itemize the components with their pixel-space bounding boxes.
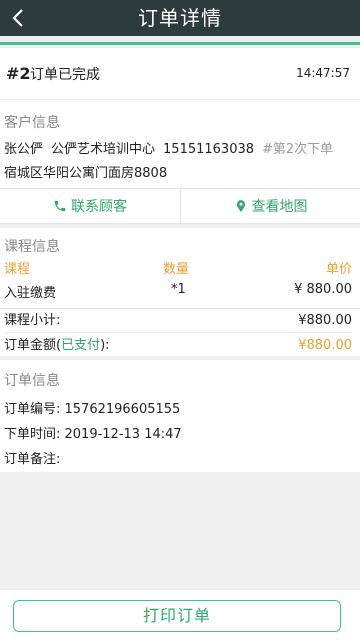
order-number: #2 bbox=[6, 64, 31, 83]
course-item-quantity: *1 bbox=[171, 282, 186, 297]
paid-status: 已支付 bbox=[61, 338, 101, 353]
order-note-line: 订单备注: bbox=[4, 452, 61, 467]
course-section-title: 课程信息 bbox=[4, 239, 60, 255]
total-value: ¥880.00 bbox=[298, 338, 352, 353]
print-order-button[interactable]: 打印订单 bbox=[13, 600, 341, 632]
order-time: 14:47:57 bbox=[296, 66, 350, 80]
order-info-section: 订单信息 订单编号: 15762196605155 下单时间: 2019-12-… bbox=[0, 360, 360, 472]
customer-info-section: 客户信息 张公俨 公俨艺术培训中心 15151163038 #第2次下单 宿城区华阳公… bbox=[0, 100, 360, 188]
accent-divider bbox=[0, 42, 360, 45]
order-status-card: #2 订单已完成 14:47:57 bbox=[0, 48, 360, 100]
title-bar: 订单详情 bbox=[0, 0, 360, 36]
page-title: 订单详情 bbox=[138, 6, 222, 30]
course-item-name: 入驻缴费 bbox=[4, 286, 57, 301]
customer-section-title: 客户信息 bbox=[4, 115, 60, 131]
order-number-line: 订单编号: 15762196605155 bbox=[4, 402, 181, 417]
column-price: 单价 bbox=[325, 262, 352, 277]
view-map-button[interactable]: 查看地图 bbox=[180, 189, 360, 223]
customer-organization: 公俨艺术培训中心 bbox=[51, 142, 156, 157]
order-status: 订单已完成 bbox=[30, 67, 100, 83]
customer-phone: 15151163038 bbox=[163, 142, 255, 157]
total-row: 订单金额(已支付): ¥880.00 bbox=[4, 332, 352, 358]
order-info-section-title: 订单信息 bbox=[4, 373, 60, 389]
map-pin-icon bbox=[236, 200, 245, 212]
order-time-line: 下单时间: 2019-12-13 14:47 bbox=[4, 427, 182, 442]
order-count: #第2次下单 bbox=[262, 142, 334, 157]
customer-details: 张公俨 公俨艺术培训中心 15151163038 #第2次下单 bbox=[4, 138, 333, 157]
subtotal-row: 课程小计: ¥880.00 bbox=[4, 308, 352, 334]
total-label-suffix: ): bbox=[100, 338, 110, 353]
contact-customer-button[interactable]: 联系顾客 bbox=[0, 189, 180, 223]
footer-bar: 打印订单 bbox=[0, 590, 360, 640]
column-course: 课程 bbox=[4, 262, 31, 277]
customer-address: 宿城区华阳公寓门面房8808 bbox=[4, 166, 168, 181]
course-info-section: 课程信息 课程 数量 单价 入驻缴费 *1 ¥ 880.00 课程小计: ¥88… bbox=[0, 228, 360, 356]
customer-name: 张公俨 bbox=[4, 142, 44, 157]
total-label-prefix: 订单金额( bbox=[4, 338, 62, 353]
subtotal-label: 课程小计: bbox=[4, 313, 61, 328]
phone-icon bbox=[54, 200, 66, 212]
subtotal-value: ¥880.00 bbox=[298, 313, 352, 328]
view-map-label: 查看地图 bbox=[251, 199, 308, 215]
course-item-price: ¥ 880.00 bbox=[294, 282, 352, 297]
contact-customer-label: 联系顾客 bbox=[71, 199, 127, 215]
column-quantity: 数量 bbox=[163, 262, 190, 277]
customer-actions: 联系顾客 查看地图 bbox=[0, 188, 360, 224]
